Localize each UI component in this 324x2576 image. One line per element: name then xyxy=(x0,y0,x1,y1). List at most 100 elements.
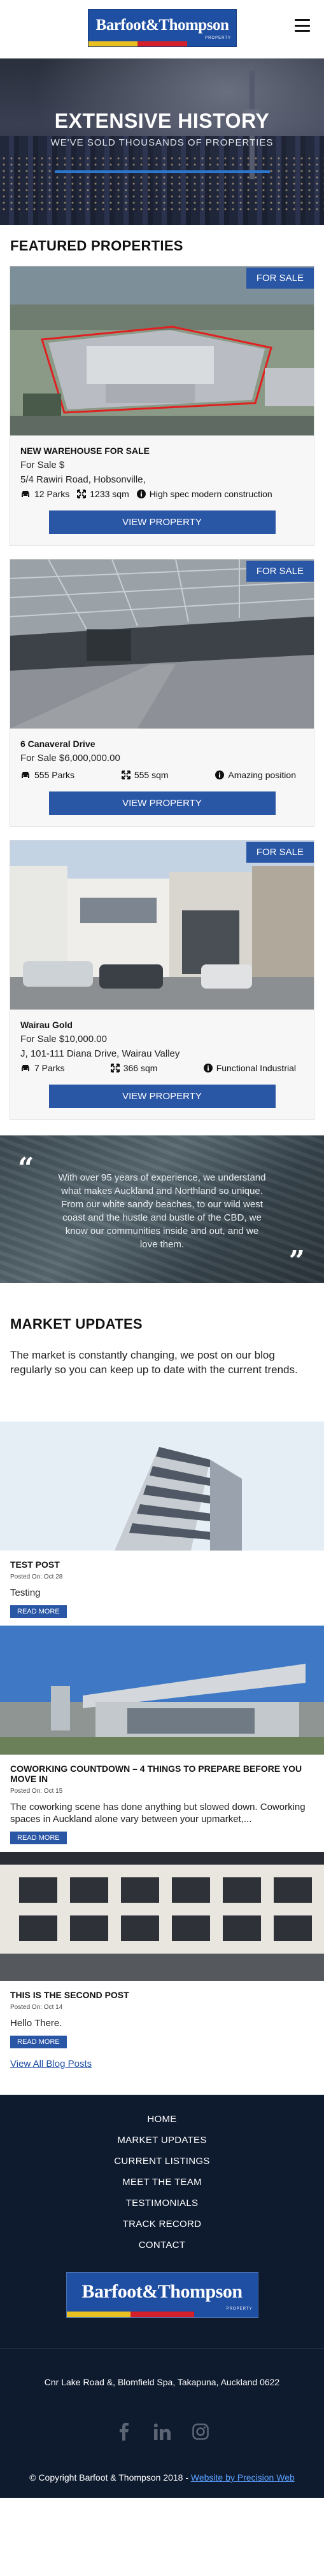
note-feature: High spec modern construction xyxy=(136,489,272,499)
footer-nav-contact[interactable]: CONTACT xyxy=(0,2235,324,2256)
area-feature: 1233 sqm xyxy=(77,489,129,499)
area-value: 555 sqm xyxy=(134,770,169,780)
note-feature: Functional Industrial xyxy=(203,1063,296,1073)
hero-title: EXTENSIVE HISTORY xyxy=(54,109,270,132)
read-more-button[interactable]: READ MORE xyxy=(10,2036,67,2048)
post-date: Posted On: Oct 15 xyxy=(10,1788,63,1795)
footer-nav-home[interactable]: HOME xyxy=(0,2109,324,2130)
for-sale-badge: FOR SALE xyxy=(246,561,314,582)
footer-nav-current-listings[interactable]: CURRENT LISTINGS xyxy=(0,2151,324,2172)
brand-logo[interactable]: Barfoot&Thompson PROPERTY xyxy=(88,9,237,47)
post-title: COWORKING COUNTDOWN – 4 THINGS TO PREPAR… xyxy=(10,1764,302,1784)
area-value: 1233 sqm xyxy=(90,489,129,499)
view-property-button[interactable]: VIEW PROPERTY xyxy=(48,510,276,534)
car-icon xyxy=(22,491,29,497)
instagram-icon[interactable] xyxy=(190,2422,211,2442)
area-feature: 555 sqm xyxy=(121,770,169,780)
arrows-expand-icon xyxy=(110,1064,120,1072)
logo-text: Barfoot&Thompson xyxy=(81,2281,243,2302)
site-footer: HOME MARKET UPDATES CURRENT LISTINGS MEE… xyxy=(0,2095,324,2498)
hero-banner: EXTENSIVE HISTORY WE'VE SOLD THOUSANDS O… xyxy=(0,58,324,225)
open-quote-icon: “ xyxy=(18,1152,34,1184)
developer-credit-link[interactable]: Website by Precision Web xyxy=(191,2472,295,2483)
parks-feature: 12 Parks xyxy=(20,489,69,499)
parks-value: 555 Parks xyxy=(34,770,75,780)
hero-underline xyxy=(55,170,270,173)
post-excerpt: Testing xyxy=(10,1587,41,1598)
site-header: Barfoot&Thompson PROPERTY xyxy=(0,0,324,58)
post-image[interactable] xyxy=(0,1852,324,1981)
copyright-text: © Copyright Barfoot & Thompson 2018 - We… xyxy=(0,2472,324,2483)
market-intro: The market is constantly changing, we po… xyxy=(10,1349,298,1376)
parks-feature: 7 Parks xyxy=(20,1063,64,1073)
note-value: High spec modern construction xyxy=(149,489,272,499)
hamburger-icon[interactable] xyxy=(295,19,310,32)
read-more-button[interactable]: READ MORE xyxy=(10,1605,67,1618)
property-price: For Sale $ xyxy=(20,460,65,470)
parks-feature: 555 Parks xyxy=(20,770,74,780)
blog-post: COWORKING COUNTDOWN – 4 THINGS TO PREPAR… xyxy=(0,1626,324,1844)
property-image[interactable]: FOR SALE xyxy=(10,840,314,1010)
info-icon xyxy=(203,1064,213,1072)
property-features: 555 Parks 555 sqm Amazing position xyxy=(20,770,304,780)
footer-nav-track-record[interactable]: TRACK RECORD xyxy=(0,2214,324,2235)
post-title: TEST POST xyxy=(10,1559,60,1570)
blog-post: TEST POST Posted On: Oct 28 Testing READ… xyxy=(0,1422,324,1618)
property-title: Wairau Gold xyxy=(20,1020,73,1030)
post-image[interactable] xyxy=(0,1626,324,1755)
footer-logo[interactable]: Barfoot&Thompson PROPERTY xyxy=(66,2272,258,2318)
property-card: FOR SALE Wairau Gold For Sale $10,000.00… xyxy=(10,840,314,1120)
info-icon xyxy=(136,490,146,498)
close-quote-icon: ” xyxy=(288,1245,305,1277)
post-image[interactable] xyxy=(0,1422,324,1551)
facebook-icon[interactable] xyxy=(114,2422,134,2442)
note-feature: Amazing position xyxy=(215,770,296,780)
property-price: For Sale $6,000,000.00 xyxy=(20,753,120,764)
car-icon xyxy=(22,772,29,778)
footer-divider xyxy=(0,2348,324,2349)
arrows-expand-icon xyxy=(121,771,130,779)
footer-nav-market-updates[interactable]: MARKET UPDATES xyxy=(0,2130,324,2151)
copyright-label: © Copyright Barfoot & Thompson 2018 - xyxy=(29,2472,188,2483)
property-title: NEW WAREHOUSE FOR SALE xyxy=(20,446,150,456)
property-image[interactable]: FOR SALE xyxy=(10,266,314,435)
logo-stripe xyxy=(88,41,236,46)
view-property-button[interactable]: VIEW PROPERTY xyxy=(48,1085,276,1108)
property-image[interactable]: FOR SALE xyxy=(10,559,314,729)
footer-nav: HOME MARKET UPDATES CURRENT LISTINGS MEE… xyxy=(0,2109,324,2256)
section-title: FEATURED PROPERTIES xyxy=(10,238,183,254)
note-value: Amazing position xyxy=(228,770,296,780)
footer-nav-meet-the-team[interactable]: MEET THE TEAM xyxy=(0,2172,324,2193)
featured-properties-section: FEATURED PROPERTIES FOR SALE NEW WAREHOU… xyxy=(0,225,324,1127)
testimonial-quote: With over 95 years of experience, we und… xyxy=(58,1172,266,1250)
area-feature: 366 sqm xyxy=(110,1063,158,1073)
property-features: 12 Parks 1233 sqm High spec modern const… xyxy=(20,489,304,499)
view-all-posts-link[interactable]: View All Blog Posts xyxy=(10,2059,92,2069)
logo-tagline: PROPERTY xyxy=(205,36,231,40)
footer-nav-testimonials[interactable]: TESTIMONIALS xyxy=(0,2193,324,2214)
read-more-button[interactable]: READ MORE xyxy=(10,1832,67,1844)
parks-value: 7 Parks xyxy=(34,1063,65,1073)
logo-tagline: PROPERTY xyxy=(226,2307,253,2311)
footer-address: Cnr Lake Road &, Blomfield Spa, Takapuna… xyxy=(44,2377,280,2387)
logo-text: Barfoot&Thompson xyxy=(95,17,229,34)
note-value: Functional Industrial xyxy=(216,1063,296,1073)
property-price: For Sale $10,000.00 xyxy=(20,1034,107,1045)
area-value: 366 sqm xyxy=(123,1063,158,1073)
for-sale-badge: FOR SALE xyxy=(246,842,314,863)
parks-value: 12 Parks xyxy=(34,489,70,499)
testimonial-banner: “ With over 95 years of experience, we u… xyxy=(0,1135,324,1283)
property-features: 7 Parks 366 sqm Functional Industrial xyxy=(20,1063,304,1073)
property-address: 5/4 Rawiri Road, Hobsonville, xyxy=(20,474,146,485)
property-address: J, 101-111 Diana Drive, Wairau Valley xyxy=(20,1048,180,1059)
section-title: MARKET UPDATES xyxy=(10,1316,143,1332)
blog-post: THIS IS THE SECOND POST Posted On: Oct 1… xyxy=(0,1852,324,2048)
view-property-button[interactable]: VIEW PROPERTY xyxy=(48,791,276,815)
social-links xyxy=(0,2422,324,2442)
property-card: FOR SALE NEW WAREHOUSE FOR SALE For Sale… xyxy=(10,266,314,546)
post-date: Posted On: Oct 14 xyxy=(10,2004,63,2011)
post-excerpt: Hello There. xyxy=(10,2018,62,2029)
linkedin-icon[interactable] xyxy=(152,2422,173,2442)
post-date: Posted On: Oct 28 xyxy=(10,1573,63,1580)
info-icon xyxy=(215,771,225,779)
